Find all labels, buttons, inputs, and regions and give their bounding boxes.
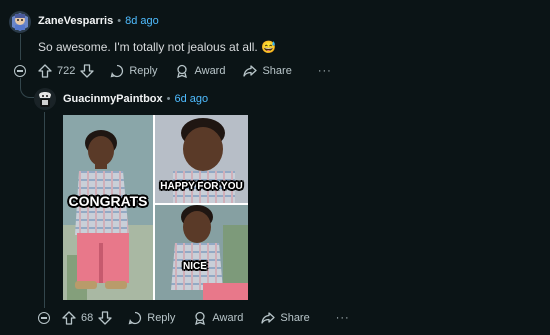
meme-caption-congrats: CONGRATS <box>68 193 148 209</box>
thread-line-main[interactable] <box>20 34 21 60</box>
award-icon <box>177 64 188 78</box>
award-icon <box>195 311 206 325</box>
separator: • <box>117 15 122 27</box>
thread-branch <box>20 78 34 98</box>
meme-caption-nice: NICE <box>183 261 207 272</box>
collapse-icon[interactable] <box>38 312 50 324</box>
vote-group: 68 <box>62 311 112 325</box>
reply-icon <box>128 311 142 325</box>
meme-caption-happy: HAPPY FOR YOU <box>160 181 243 192</box>
award-button[interactable]: Award <box>193 311 243 325</box>
vote-count: 722 <box>57 65 76 77</box>
share-label: Share <box>280 312 310 324</box>
downvote-icon[interactable] <box>98 311 112 325</box>
comment-header: ZaneVesparris • 8d ago <box>38 15 159 27</box>
avatar[interactable] <box>9 11 31 33</box>
upvote-icon[interactable] <box>62 311 76 325</box>
meme-image[interactable]: CONGRATS HAPPY FOR YOU NICE <box>63 115 248 300</box>
comment-header: GuacinmyPaintbox • 6d ago <box>63 93 208 105</box>
separator: • <box>166 93 171 105</box>
reply-button[interactable]: Reply <box>128 311 175 325</box>
share-label: Share <box>262 65 292 77</box>
award-label: Award <box>194 65 226 77</box>
share-button[interactable]: Share <box>243 64 292 78</box>
reply-button[interactable]: Reply <box>110 64 157 78</box>
more-options-button[interactable]: ··· <box>336 312 350 324</box>
thread-line-reply[interactable] <box>44 112 45 308</box>
share-icon <box>243 65 258 77</box>
award-button[interactable]: Award <box>175 64 225 78</box>
username[interactable]: GuacinmyPaintbox <box>63 93 163 105</box>
collapse-icon[interactable] <box>14 65 26 77</box>
reply-label: Reply <box>129 65 158 77</box>
reply-icon <box>110 64 124 78</box>
comment-text: So awesome. I'm totally not jealous at a… <box>38 40 277 54</box>
user-avatar-icon <box>12 13 28 31</box>
comment-actions: 68 Reply Award Share ··· <box>38 309 368 327</box>
user-avatar-icon <box>35 89 55 109</box>
award-label: Award <box>212 312 244 324</box>
more-options-icon: ··· <box>317 65 332 77</box>
share-button[interactable]: Share <box>261 311 310 325</box>
comment-actions: 722 Reply Award Share ··· <box>14 62 350 80</box>
more-options-button[interactable]: ··· <box>318 65 332 77</box>
downvote-icon[interactable] <box>80 64 95 78</box>
vote-group: 722 <box>38 64 95 78</box>
share-icon <box>261 312 276 324</box>
timestamp[interactable]: 6d ago <box>175 93 209 105</box>
upvote-icon[interactable] <box>38 64 52 78</box>
avatar[interactable] <box>34 88 56 110</box>
username[interactable]: ZaneVesparris <box>38 15 113 27</box>
vote-count: 68 <box>81 312 94 324</box>
timestamp[interactable]: 8d ago <box>125 15 159 27</box>
reply-label: Reply <box>147 312 176 324</box>
more-options-icon: ··· <box>335 312 350 324</box>
